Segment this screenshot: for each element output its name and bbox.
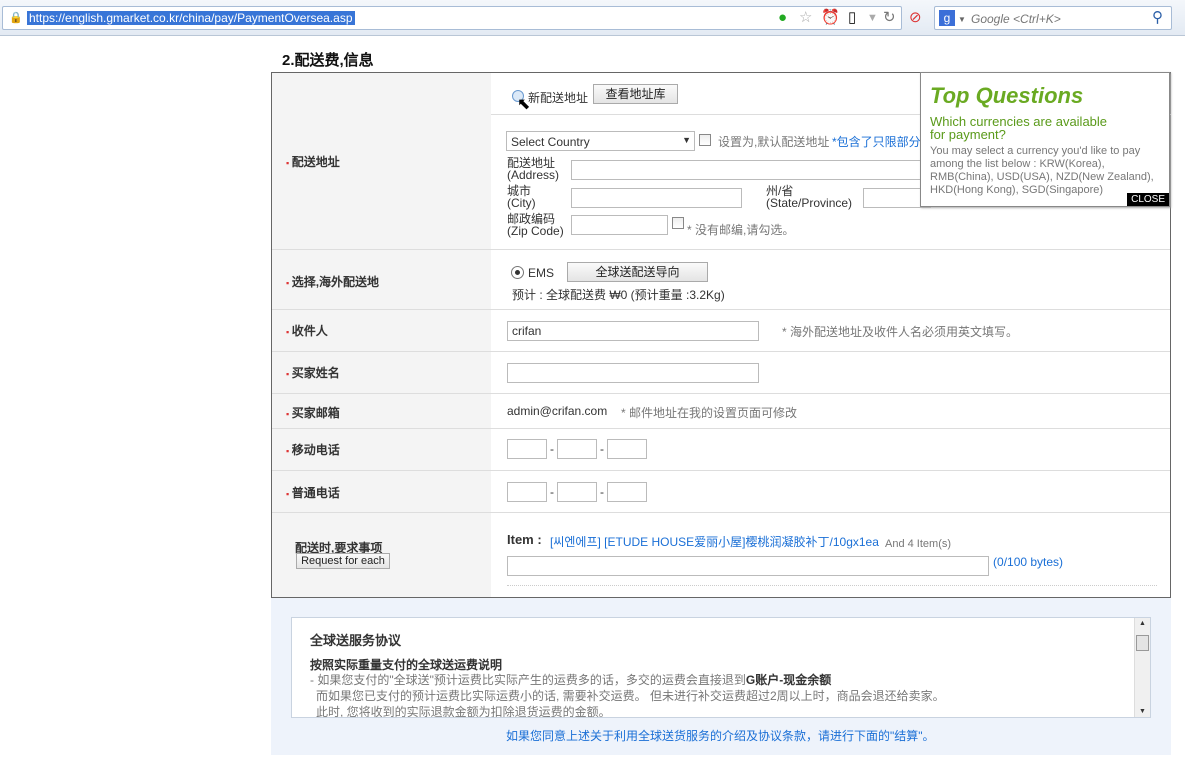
mobile-icon[interactable]: ▯ xyxy=(848,10,856,26)
buyer-email-value: admin@crifan.com xyxy=(507,404,608,418)
address-bar[interactable]: 🔒 https://english.gmarket.co.kr/china/pa… xyxy=(2,6,902,30)
country-value: Select Country xyxy=(511,135,590,149)
blocker-icon[interactable]: ⊘ xyxy=(909,10,922,26)
separator: - xyxy=(600,442,604,456)
url-text[interactable]: https://english.gmarket.co.kr/china/pay/… xyxy=(27,11,355,25)
separator: - xyxy=(550,485,554,499)
go-icon[interactable]: ● xyxy=(778,10,787,26)
country-select[interactable]: Select Country ▼ xyxy=(506,131,695,151)
city-label: 城市 (City) xyxy=(507,184,536,210)
item-label: Item : xyxy=(507,532,542,547)
chevron-down-icon: ▼ xyxy=(682,135,691,145)
city-input[interactable] xyxy=(571,188,742,208)
dropdown-icon[interactable]: ▼ xyxy=(867,10,878,26)
request-input[interactable] xyxy=(507,556,989,576)
agreement-line1: - 如果您支付的"全球送"预计运费比实际产生的运费多的话，多交的运费会直接退到G… xyxy=(310,673,832,687)
buyer-name-label: 买家姓名 xyxy=(286,364,340,381)
address-input[interactable] xyxy=(571,160,931,180)
mobile-part3-input[interactable] xyxy=(607,439,647,459)
mobile-label: 移动电话 xyxy=(286,441,340,458)
phone-part1-input[interactable] xyxy=(507,482,547,502)
no-zip-checkbox[interactable] xyxy=(672,217,684,229)
search-icon[interactable]: ⚲ xyxy=(1152,10,1163,26)
browser-toolbar: 🔒 https://english.gmarket.co.kr/china/pa… xyxy=(0,0,1185,36)
zip-input[interactable] xyxy=(571,215,668,235)
new-address-label: 新配送地址 xyxy=(528,91,589,105)
section-title: 2.配送费,信息 xyxy=(282,52,374,69)
divider xyxy=(507,585,1157,586)
engine-dropdown-icon[interactable]: ▼ xyxy=(958,12,966,28)
popup-title: Top Questions xyxy=(930,83,1084,108)
recipient-note: * 海外配送地址及收件人名必须用英文填写。 xyxy=(782,325,1019,339)
restricted-notice-link[interactable]: *包含了只限部分国 xyxy=(832,133,933,150)
star-icon[interactable]: ☆ xyxy=(799,10,812,26)
scroll-down-icon[interactable]: ▼ xyxy=(1139,708,1146,715)
phone-part3-input[interactable] xyxy=(607,482,647,502)
mobile-part2-input[interactable] xyxy=(557,439,597,459)
buyer-name-input[interactable] xyxy=(507,363,759,383)
set-default-label: 设置为,默认配送地址 xyxy=(718,135,830,149)
agreement-confirm: 如果您同意上述关于利用全球送货服务的介绍及协议条款，请进行下面的"结算"。 xyxy=(506,729,935,743)
search-box[interactable]: g ▼ Google <Ctrl+K> ⚲ xyxy=(934,6,1172,30)
recipient-input[interactable]: crifan xyxy=(507,321,759,341)
state-label: 州/省 (State/Province) xyxy=(766,184,853,210)
agreement-box: 全球送服务协议 按照实际重量支付的全球送运费说明 - 如果您支付的"全球送"预计… xyxy=(291,617,1151,718)
scrollbar[interactable]: ▲ ▼ xyxy=(1134,618,1150,717)
phone-label: 普通电话 xyxy=(286,484,340,501)
popup-close-button[interactable]: CLOSE xyxy=(1127,193,1169,206)
alarm-icon[interactable]: ⏰ xyxy=(821,10,840,26)
separator: - xyxy=(550,442,554,456)
scroll-up-icon[interactable]: ▲ xyxy=(1139,620,1146,627)
popup-question: Which currencies are available for payme… xyxy=(930,114,1108,142)
top-questions-popup: Top Questions Which currencies are avail… xyxy=(920,72,1170,207)
popup-answer: You may select a currency you'd like to … xyxy=(930,145,1154,196)
lock-icon: 🔒 xyxy=(9,12,23,24)
byte-counter: (0/100 bytes) xyxy=(993,555,1064,569)
shipping-guide-button[interactable]: 全球送配送导向 xyxy=(567,262,708,282)
shipping-estimate: 预计 : 全球配送费 ₩0 (预计重量 :3.2Kg) xyxy=(512,288,725,302)
agreement-section: 全球送服务协议 按照实际重量支付的全球送运费说明 - 如果您支付的"全球送"预计… xyxy=(271,598,1171,755)
ems-label: EMS xyxy=(528,266,555,280)
recipient-label: 收件人 xyxy=(286,322,328,339)
view-address-book-button[interactable]: 查看地址库 xyxy=(593,84,678,104)
mouse-cursor-icon: ⬉ xyxy=(517,96,531,113)
scroll-thumb[interactable] xyxy=(1136,635,1149,651)
more-items: And 4 Item(s) xyxy=(885,538,952,550)
phone-part2-input[interactable] xyxy=(557,482,597,502)
request-for-each-button[interactable]: Request for each xyxy=(296,553,390,569)
set-default-checkbox[interactable] xyxy=(699,134,711,146)
buyer-email-label: 买家邮箱 xyxy=(286,404,340,421)
zip-label: 邮政编码 (Zip Code) xyxy=(507,212,564,238)
item-link[interactable]: [씨엔에프] [ETUDE HOUSE爱丽小屋]樱桃润凝胶补丁/10gx1ea xyxy=(550,533,879,550)
no-zip-label: * 没有邮编,请勾选。 xyxy=(687,223,795,237)
ems-radio[interactable] xyxy=(511,266,524,279)
shipping-label: 选择,海外配送地 xyxy=(286,273,379,290)
search-input[interactable]: Google <Ctrl+K> xyxy=(971,12,1061,26)
separator: - xyxy=(600,485,604,499)
address-field-label: 配送地址 (Address) xyxy=(507,156,560,182)
google-icon: g xyxy=(939,10,955,26)
agreement-line3: 此时, 您将收到的实际退款金额为扣除退货运费的金额。 xyxy=(316,705,611,717)
buyer-email-note: * 邮件地址在我的设置页面可修改 xyxy=(621,406,798,420)
address-label: 配送地址 xyxy=(286,153,340,170)
reload-icon[interactable]: ↻ xyxy=(883,10,896,26)
mobile-part1-input[interactable] xyxy=(507,439,547,459)
agreement-title: 全球送服务协议 xyxy=(310,633,402,648)
agreement-line2: 而如果您已支付的预计运费比实际运费小的话, 需要补交运费。 但未进行补交运费超过… xyxy=(316,689,945,703)
